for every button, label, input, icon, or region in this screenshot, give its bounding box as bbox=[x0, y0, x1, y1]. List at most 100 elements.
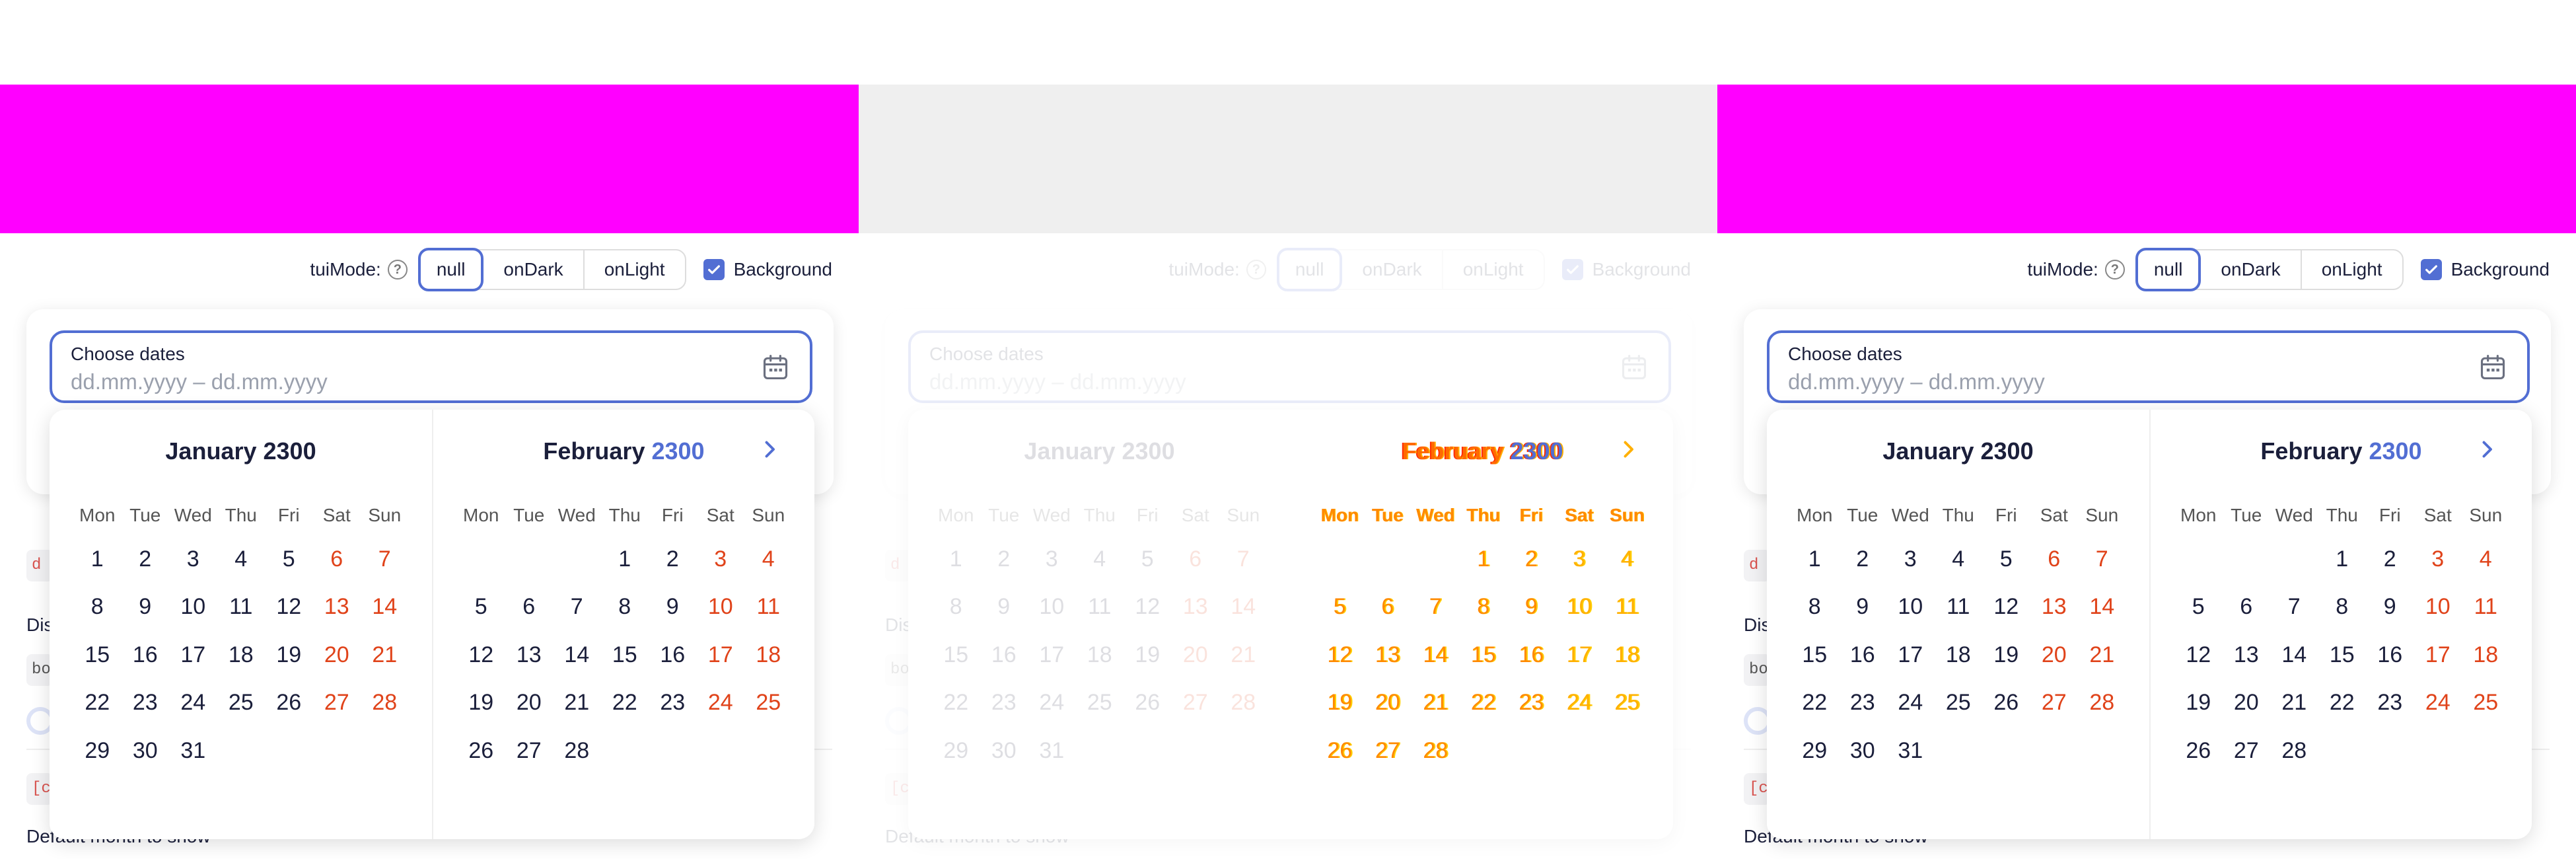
day-cell[interactable]: 9 bbox=[1507, 583, 1556, 632]
day-cell[interactable]: 21 bbox=[2270, 679, 2318, 728]
day-cell[interactable]: 19 bbox=[1982, 631, 2030, 679]
day-cell[interactable]: 13 bbox=[313, 583, 361, 632]
day-cell[interactable]: 17 bbox=[2414, 631, 2462, 679]
background-checkbox[interactable] bbox=[1561, 259, 1583, 280]
mode-ondark-button[interactable]: onDark bbox=[2201, 250, 2302, 289]
day-cell[interactable]: 22 bbox=[601, 679, 649, 728]
day-cell[interactable]: 13 bbox=[505, 631, 554, 679]
day-cell[interactable]: 5 bbox=[1124, 535, 1172, 583]
day-cell[interactable]: 7 bbox=[1219, 535, 1268, 583]
day-cell[interactable]: 5 bbox=[1982, 535, 2030, 583]
day-cell[interactable]: 12 bbox=[1316, 631, 1364, 679]
day-cell[interactable]: 17 bbox=[697, 631, 745, 679]
day-cell[interactable]: 3 bbox=[1886, 535, 1935, 583]
day-cell[interactable]: 11 bbox=[2462, 583, 2510, 632]
date-range-input[interactable]: Choose dates dd.mm.yyyy – dd.mm.yyyy bbox=[50, 330, 812, 403]
date-range-input[interactable]: Choose dates dd.mm.yyyy – dd.mm.yyyy bbox=[908, 330, 1671, 403]
day-cell[interactable]: 8 bbox=[932, 583, 980, 632]
day-cell[interactable]: 7 bbox=[1412, 583, 1460, 632]
day-cell[interactable]: 27 bbox=[1364, 727, 1412, 775]
background-toggle[interactable]: Background bbox=[1561, 259, 1691, 280]
day-cell[interactable]: 3 bbox=[2414, 535, 2462, 583]
day-cell[interactable]: 29 bbox=[73, 727, 122, 775]
mode-ondark-button[interactable]: onDark bbox=[1342, 250, 1443, 289]
day-cell[interactable]: 28 bbox=[2078, 679, 2126, 728]
day-cell[interactable]: 23 bbox=[2366, 679, 2414, 728]
day-cell[interactable]: 6 bbox=[1172, 535, 1220, 583]
day-cell[interactable]: 5 bbox=[2174, 583, 2223, 632]
day-cell[interactable]: 21 bbox=[361, 631, 409, 679]
day-cell[interactable]: 8 bbox=[601, 583, 649, 632]
day-cell[interactable]: 15 bbox=[73, 631, 122, 679]
day-cell[interactable]: 9 bbox=[1839, 583, 1887, 632]
day-cell[interactable]: 6 bbox=[2030, 535, 2079, 583]
day-cell[interactable]: 8 bbox=[73, 583, 122, 632]
day-cell[interactable]: 4 bbox=[1935, 535, 1983, 583]
day-cell[interactable]: 16 bbox=[2366, 631, 2414, 679]
day-cell[interactable]: 7 bbox=[361, 535, 409, 583]
day-cell[interactable]: 25 bbox=[1603, 679, 1651, 728]
day-cell[interactable]: 15 bbox=[2318, 631, 2367, 679]
day-cell[interactable]: 30 bbox=[122, 727, 170, 775]
day-cell[interactable]: 31 bbox=[169, 727, 217, 775]
day-cell[interactable]: 2 bbox=[122, 535, 170, 583]
day-cell[interactable]: 18 bbox=[1076, 631, 1124, 679]
day-cell[interactable]: 10 bbox=[1556, 583, 1604, 632]
day-cell[interactable]: 11 bbox=[1935, 583, 1983, 632]
day-cell[interactable]: 1 bbox=[1791, 535, 1839, 583]
day-cell[interactable]: 4 bbox=[1076, 535, 1124, 583]
day-cell[interactable]: 14 bbox=[2270, 631, 2318, 679]
day-cell[interactable]: 6 bbox=[505, 583, 554, 632]
day-cell[interactable]: 23 bbox=[980, 679, 1028, 728]
day-cell[interactable]: 12 bbox=[265, 583, 313, 632]
help-icon[interactable]: ? bbox=[2104, 260, 2125, 280]
day-cell[interactable]: 31 bbox=[1028, 727, 1076, 775]
day-cell[interactable]: 12 bbox=[457, 631, 505, 679]
calendar-icon[interactable] bbox=[1620, 353, 1649, 382]
day-cell[interactable]: 7 bbox=[2078, 535, 2126, 583]
day-cell[interactable]: 2 bbox=[649, 535, 697, 583]
day-cell[interactable]: 1 bbox=[73, 535, 122, 583]
day-cell[interactable]: 22 bbox=[1791, 679, 1839, 728]
day-cell[interactable]: 19 bbox=[265, 631, 313, 679]
chevron-right-icon[interactable] bbox=[1616, 437, 1640, 461]
mode-ondark-button[interactable]: onDark bbox=[483, 250, 585, 289]
day-cell[interactable]: 9 bbox=[649, 583, 697, 632]
day-cell[interactable]: 9 bbox=[980, 583, 1028, 632]
day-cell[interactable]: 18 bbox=[1603, 631, 1651, 679]
day-cell[interactable]: 6 bbox=[313, 535, 361, 583]
day-cell[interactable]: 14 bbox=[2078, 583, 2126, 632]
day-cell[interactable]: 17 bbox=[169, 631, 217, 679]
day-cell[interactable]: 4 bbox=[1603, 535, 1651, 583]
chevron-right-icon[interactable] bbox=[2475, 437, 2499, 461]
calendar-icon[interactable] bbox=[761, 353, 790, 382]
mode-onlight-button[interactable]: onLight bbox=[585, 250, 685, 289]
day-cell[interactable]: 17 bbox=[1556, 631, 1604, 679]
day-cell[interactable]: 5 bbox=[1316, 583, 1364, 632]
day-cell[interactable]: 20 bbox=[2223, 679, 2271, 728]
day-cell[interactable]: 25 bbox=[217, 679, 266, 728]
day-cell[interactable]: 26 bbox=[265, 679, 313, 728]
month-title[interactable]: January 2300 bbox=[50, 437, 432, 465]
day-cell[interactable]: 25 bbox=[744, 679, 793, 728]
year-link[interactable]: 2300 bbox=[2369, 437, 2421, 465]
day-cell[interactable]: 5 bbox=[265, 535, 313, 583]
day-cell[interactable]: 22 bbox=[2318, 679, 2367, 728]
day-cell[interactable]: 11 bbox=[744, 583, 793, 632]
day-cell[interactable]: 22 bbox=[1460, 679, 1508, 728]
day-cell[interactable]: 8 bbox=[1791, 583, 1839, 632]
month-title[interactable]: January 2300 bbox=[908, 437, 1291, 465]
day-cell[interactable]: 23 bbox=[122, 679, 170, 728]
day-cell[interactable]: 9 bbox=[2366, 583, 2414, 632]
day-cell[interactable]: 16 bbox=[122, 631, 170, 679]
day-cell[interactable]: 28 bbox=[553, 727, 601, 775]
day-cell[interactable]: 16 bbox=[980, 631, 1028, 679]
year-link[interactable]: 2300 bbox=[1510, 437, 1563, 465]
day-cell[interactable]: 31 bbox=[1886, 727, 1935, 775]
day-cell[interactable]: 16 bbox=[649, 631, 697, 679]
day-cell[interactable]: 10 bbox=[169, 583, 217, 632]
day-cell[interactable]: 1 bbox=[601, 535, 649, 583]
day-cell[interactable]: 19 bbox=[1316, 679, 1364, 728]
day-cell[interactable]: 27 bbox=[2030, 679, 2079, 728]
mode-null-button[interactable]: null bbox=[417, 248, 484, 291]
